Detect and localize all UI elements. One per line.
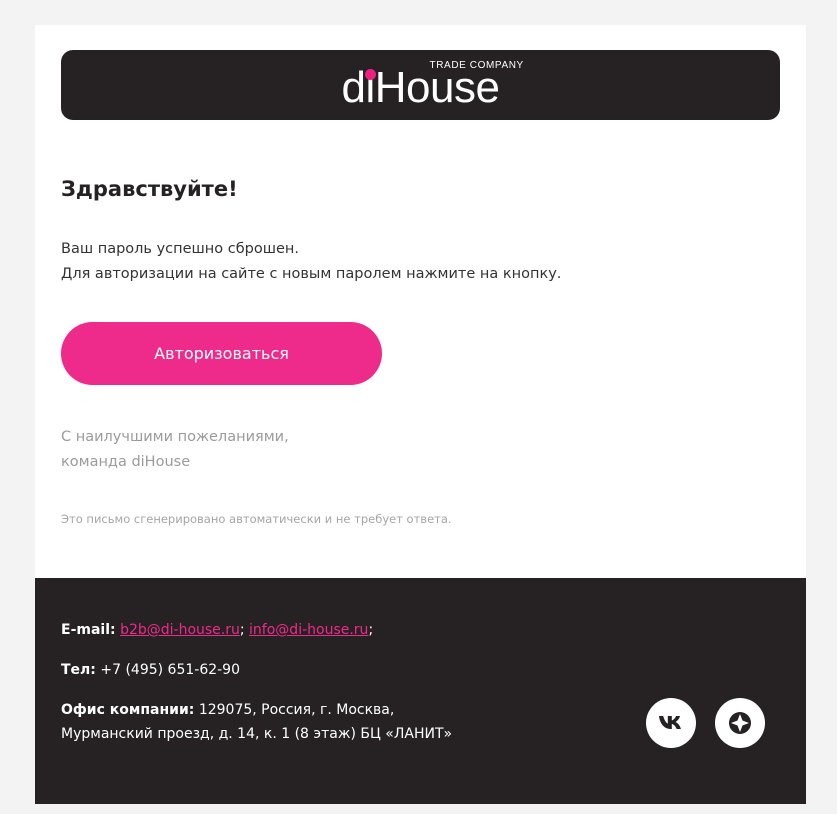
dihouse-logo[interactable]: di House TRADE COMPANY	[342, 60, 524, 112]
office-address-1: 129075, Россия, г. Москва,	[198, 702, 395, 718]
email-end: ;	[368, 622, 374, 638]
office-address-2: Мурманский проезд, д. 14, к. 1 (8 этаж) …	[61, 726, 453, 742]
signoff-line-1: С наилучшими пожеланиями,	[61, 429, 289, 445]
logo-house: House	[374, 63, 500, 112]
message-line-2: Для авторизации на сайте с новым паролем…	[61, 266, 562, 282]
email-label: E-mail:	[61, 622, 116, 638]
signoff-line-2: команда diHouse	[61, 454, 191, 470]
logo-tagline: TRADE COMPANY	[429, 60, 524, 71]
message-line-1: Ваш пароль успешно сброшен.	[61, 241, 300, 257]
logo-di: di	[342, 66, 376, 110]
compass-icon[interactable]	[715, 698, 765, 748]
message-body: Ваш пароль успешно сброшен. Для авториза…	[61, 237, 561, 287]
email-link-info[interactable]: info@di-house.ru	[249, 622, 368, 638]
phone-label: Тел:	[61, 662, 96, 678]
footer-phone-line: Тел: +7 (495) 651-62-90	[61, 658, 240, 682]
compass-glyph	[729, 712, 751, 734]
greeting-heading: Здравствуйте!	[61, 177, 238, 201]
vk-icon[interactable]	[646, 698, 696, 748]
footer-email-line: E-mail: b2b@di-house.ru; info@di-house.r…	[61, 618, 373, 642]
auto-generated-note: Это письмо сгенерировано автоматически и…	[61, 512, 452, 526]
email-container: di House TRADE COMPANY Здравствуйте! Ваш…	[35, 25, 806, 804]
phone-number: +7 (495) 651-62-90	[100, 662, 240, 678]
office-label: Офис компании:	[61, 702, 195, 718]
email-separator: ;	[239, 622, 245, 638]
vk-glyph	[659, 716, 681, 729]
signoff: С наилучшими пожеланиями, команда diHous…	[61, 425, 289, 475]
authorize-button[interactable]: Авторизоваться	[61, 322, 382, 385]
footer: E-mail: b2b@di-house.ru; info@di-house.r…	[35, 578, 806, 804]
footer-office-line: Офис компании: 129075, Россия, г. Москва…	[61, 698, 452, 746]
logo-dot	[364, 69, 376, 80]
header-bar: di House TRADE COMPANY	[61, 50, 780, 120]
email-link-b2b[interactable]: b2b@di-house.ru	[120, 622, 240, 638]
